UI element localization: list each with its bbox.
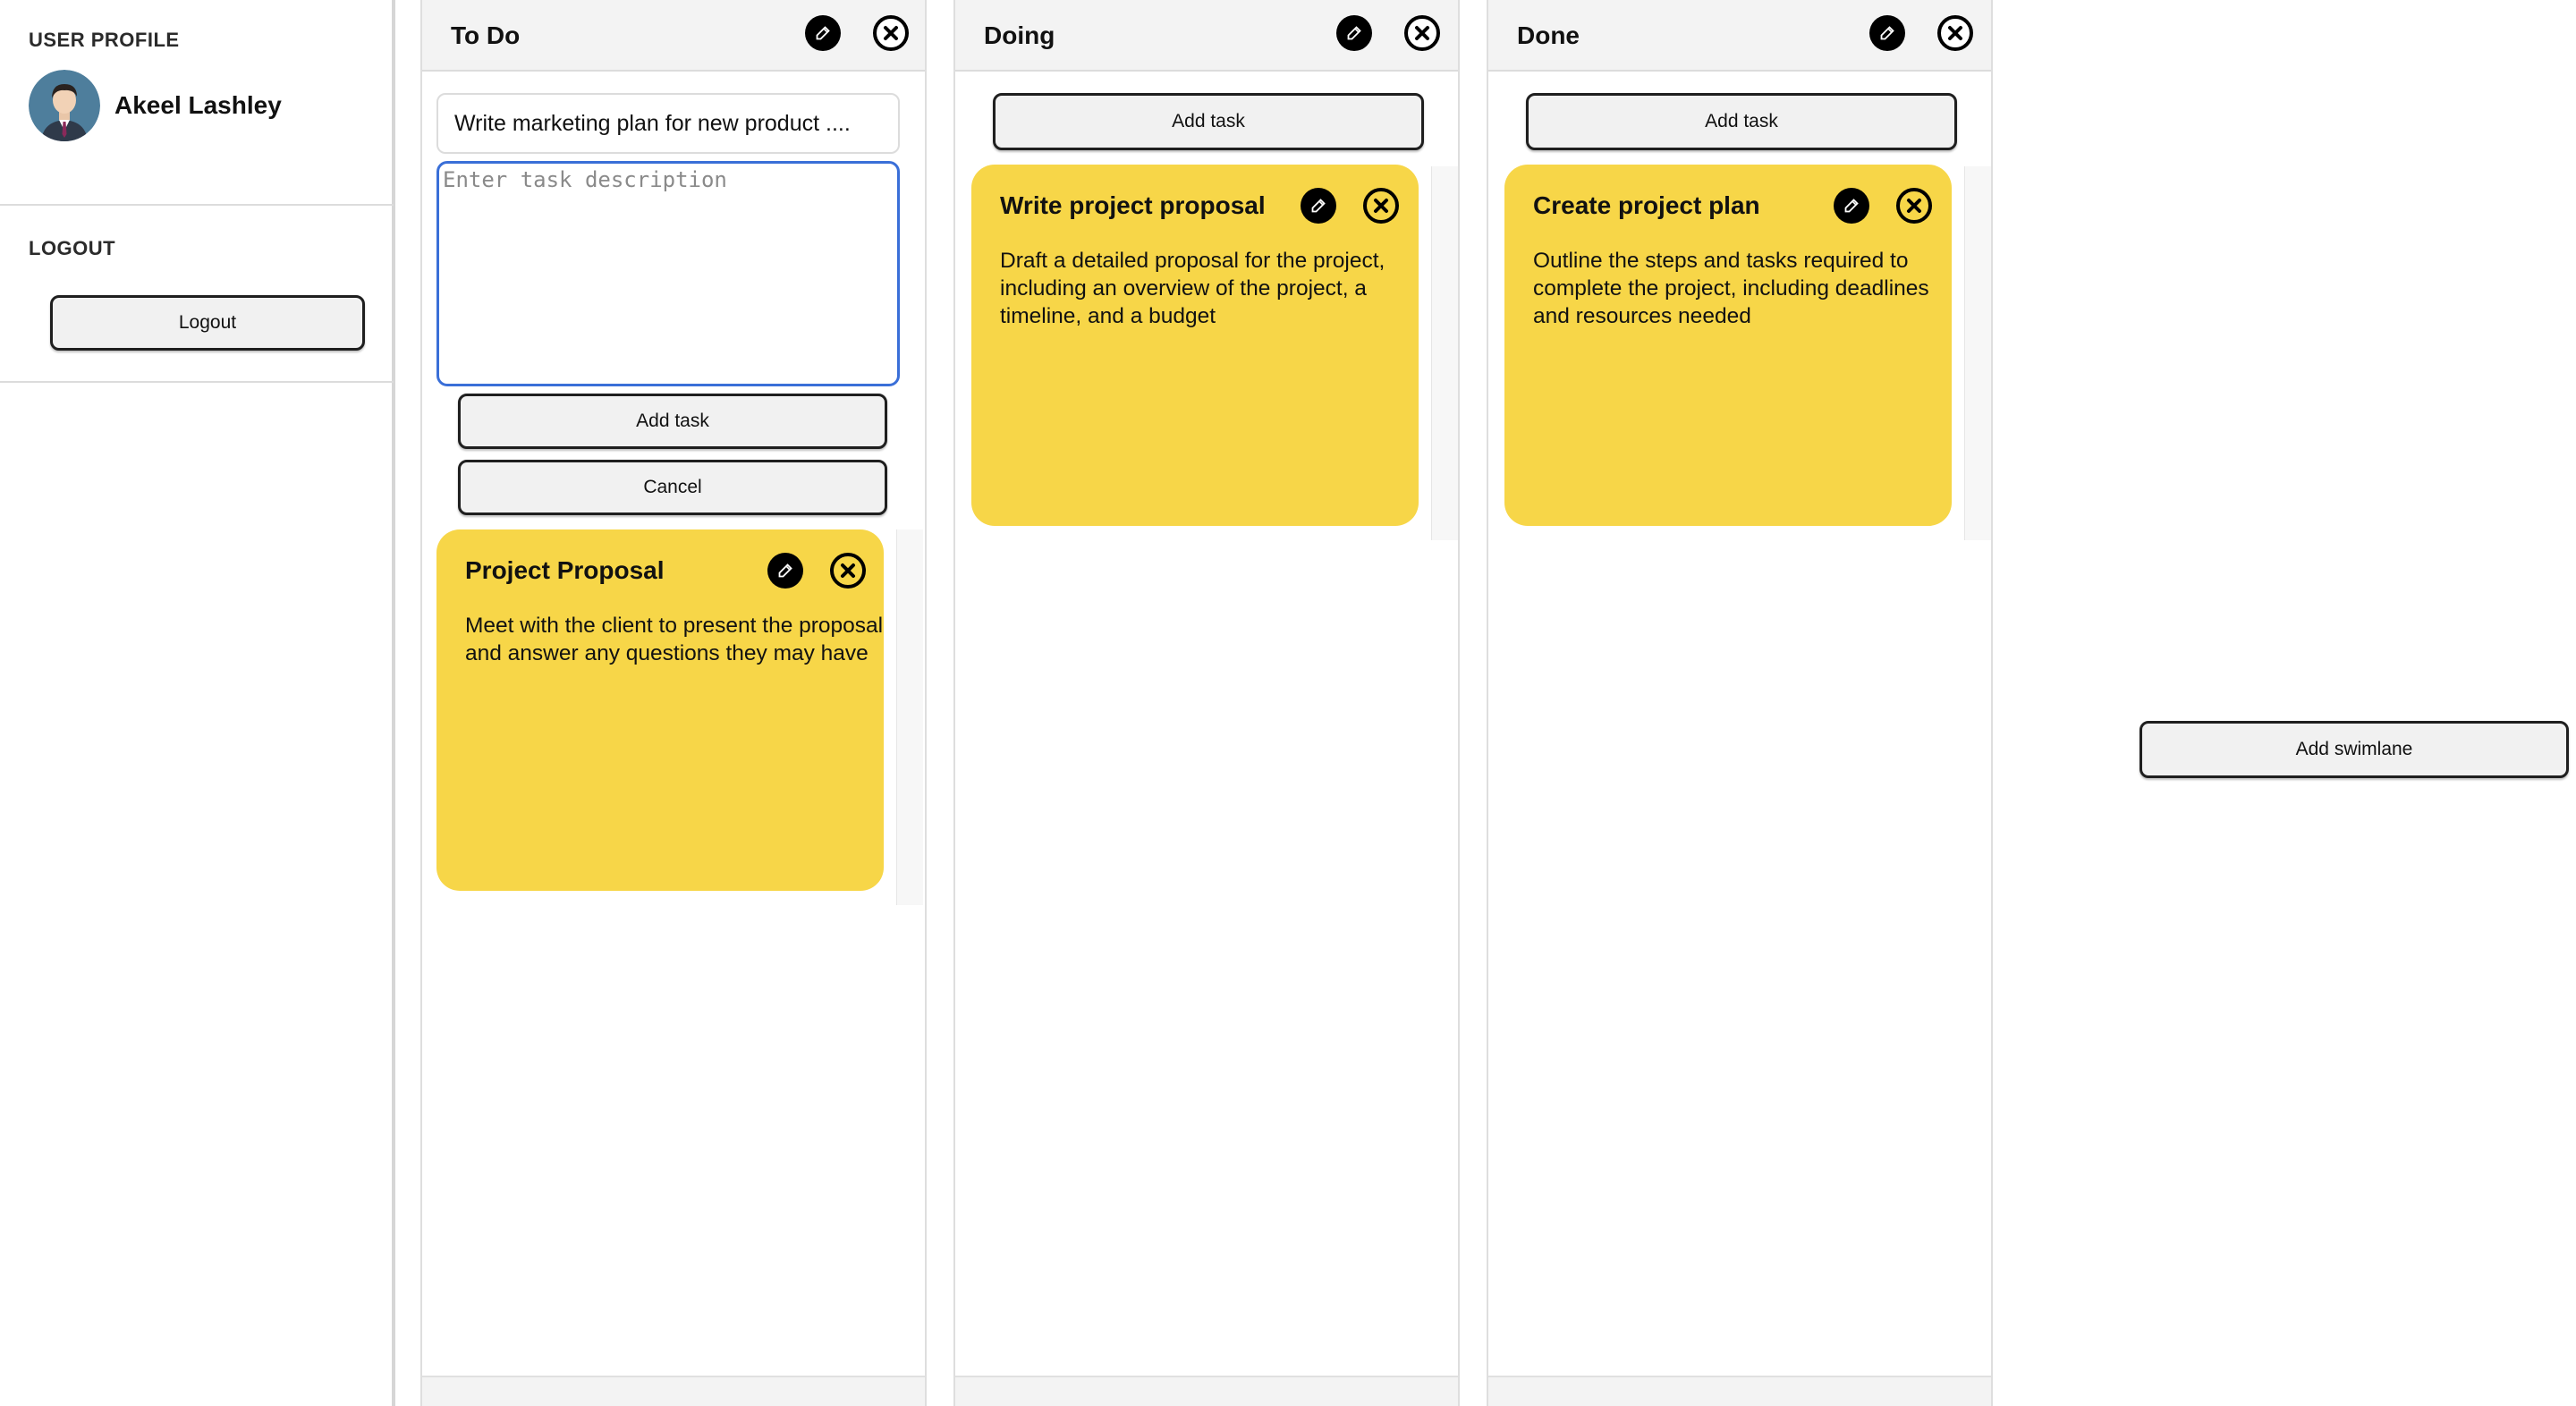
task-card[interactable]: Write project proposal Draft a detailed … xyxy=(971,165,1419,526)
logout-button[interactable]: Logout xyxy=(50,295,365,351)
divider xyxy=(0,381,394,383)
swimlane-footer xyxy=(1488,1376,1991,1406)
swimlane-title: Done xyxy=(1517,21,1580,49)
logout-heading: LOGOUT xyxy=(29,237,116,259)
task-description-input[interactable] xyxy=(436,161,900,386)
close-circle-icon[interactable] xyxy=(873,15,909,51)
task-title-input[interactable] xyxy=(436,93,900,154)
swimlane-footer xyxy=(955,1376,1458,1406)
task-card-description: Draft a detailed proposal for the projec… xyxy=(1000,249,1385,328)
avatar xyxy=(29,70,100,141)
swimlane-header: Done xyxy=(1488,0,1991,72)
swimlane-header: Doing xyxy=(955,0,1458,72)
task-card-description: Meet with the client to present the prop… xyxy=(465,614,884,665)
close-circle-icon[interactable] xyxy=(1937,15,1973,51)
scrollbar[interactable] xyxy=(1964,166,1991,540)
add-swimlane-button[interactable]: Add swimlane xyxy=(2140,721,2569,778)
add-task-button[interactable]: Add task xyxy=(993,93,1424,150)
pencil-icon[interactable] xyxy=(805,15,841,51)
swimlane-footer xyxy=(422,1376,925,1406)
swimlane-title: Doing xyxy=(984,21,1055,49)
task-card-title: Project Proposal xyxy=(465,556,665,584)
cancel-button[interactable]: Cancel xyxy=(458,460,887,515)
task-card-description: Outline the steps and tasks required to … xyxy=(1533,249,1929,328)
scrollbar[interactable] xyxy=(896,529,923,905)
pencil-icon[interactable] xyxy=(1301,188,1336,224)
task-card[interactable]: Project Proposal Meet with the client to… xyxy=(436,529,884,891)
scrollbar[interactable] xyxy=(1431,166,1458,540)
pencil-icon[interactable] xyxy=(1336,15,1372,51)
close-circle-icon[interactable] xyxy=(1363,188,1399,224)
swimlane-header: To Do xyxy=(422,0,925,72)
pencil-icon[interactable] xyxy=(767,553,803,589)
close-circle-icon[interactable] xyxy=(1404,15,1440,51)
sidebar: USER PROFILE Akeel Lashley LOGOUT Logout xyxy=(0,0,395,1406)
add-task-button[interactable]: Add task xyxy=(458,394,887,449)
user-name: Akeel Lashley xyxy=(114,91,282,119)
swimlane-title: To Do xyxy=(451,21,521,49)
pencil-icon[interactable] xyxy=(1834,188,1869,224)
close-circle-icon[interactable] xyxy=(830,553,866,589)
divider xyxy=(0,204,394,206)
user-profile-heading: USER PROFILE xyxy=(29,29,180,51)
add-task-button[interactable]: Add task xyxy=(1526,93,1957,150)
task-card[interactable]: Create project plan Outline the steps an… xyxy=(1504,165,1952,526)
pencil-icon[interactable] xyxy=(1869,15,1905,51)
task-card-title: Write project proposal xyxy=(1000,191,1266,219)
task-card-title: Create project plan xyxy=(1533,191,1760,219)
close-circle-icon[interactable] xyxy=(1896,188,1932,224)
